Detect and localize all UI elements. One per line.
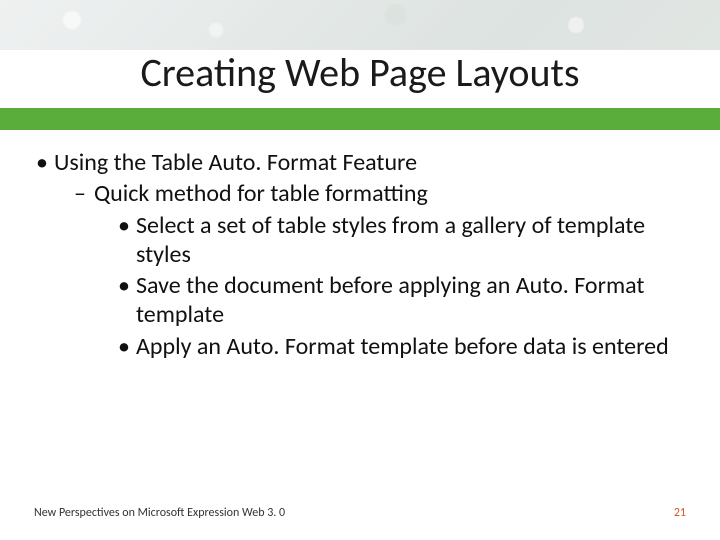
bullet-level2: Quick method for table formatting xyxy=(36,179,686,208)
slide-title: Creating Web Page Layouts xyxy=(0,48,720,97)
accent-bar xyxy=(0,108,720,130)
bullet-level1: Using the Table Auto. Format Feature xyxy=(36,148,686,177)
slide-body: Using the Table Auto. Format Feature Qui… xyxy=(36,148,686,363)
header-decorative-band xyxy=(0,0,720,50)
bullet-level3: Apply an Auto. Format template before da… xyxy=(36,332,686,361)
page-number: 21 xyxy=(674,506,686,520)
bullet-level3: Select a set of table styles from a gall… xyxy=(36,211,686,270)
slide: Creating Web Page Layouts Using the Tabl… xyxy=(0,0,720,540)
footer-text: New Perspectives on Microsoft Expression… xyxy=(34,506,285,520)
bullet-level3: Save the document before applying an Aut… xyxy=(36,271,686,330)
